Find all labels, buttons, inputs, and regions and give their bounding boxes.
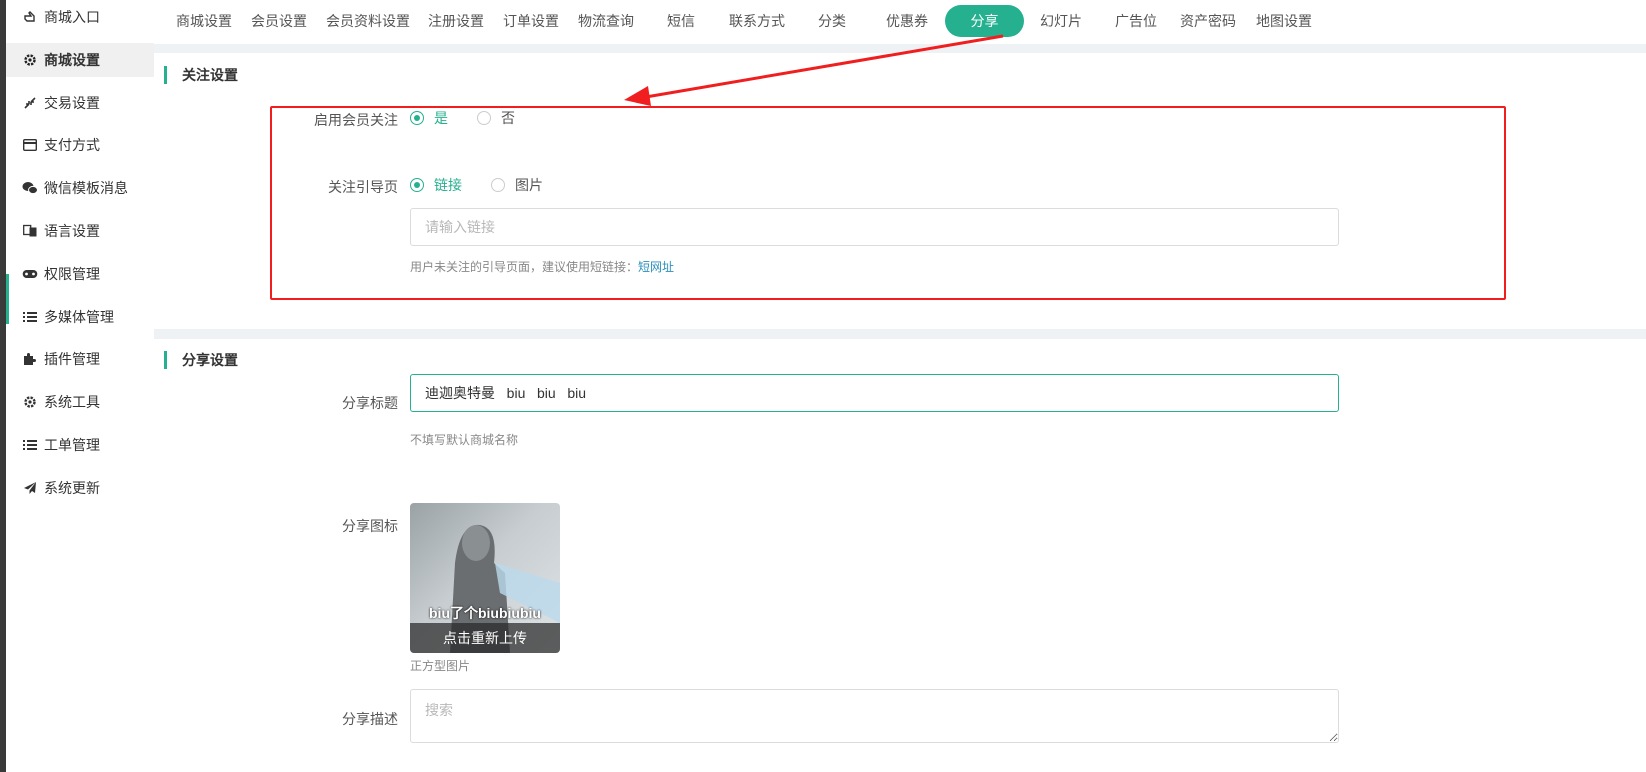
sidebar-item-label: 语言设置	[44, 223, 100, 239]
share-icon-uploader[interactable]: biu了个biubiubiu 点击重新上传	[410, 503, 560, 653]
sidebar-item-label: 支付方式	[44, 137, 100, 153]
sidebar-item-label: 系统更新	[44, 480, 100, 496]
gear-icon	[22, 394, 38, 410]
sidebar-item-mall-settings[interactable]: 商城设置	[6, 43, 154, 77]
sidebar-item-label: 系统工具	[44, 394, 100, 410]
tab-logistics[interactable]: 物流查询	[578, 5, 634, 37]
sidebar-item-payment[interactable]: 支付方式	[6, 128, 154, 162]
settings-tabs: 商城设置 会员设置 会员资料设置 注册设置 订单设置 物流查询 短信 联系方式 …	[154, 0, 1646, 44]
tab-asset-password[interactable]: 资产密码	[1180, 5, 1236, 37]
hand-point-icon	[22, 9, 38, 25]
share-desc-label: 分享描述	[342, 711, 398, 727]
tab-share[interactable]: 分享	[945, 5, 1024, 37]
tab-category[interactable]: 分类	[817, 5, 847, 37]
tab-sms[interactable]: 短信	[666, 5, 696, 37]
tab-map-settings[interactable]: 地图设置	[1256, 5, 1312, 37]
section-title: 关注设置	[164, 66, 364, 84]
share-title-label: 分享标题	[342, 395, 398, 411]
section-title: 分享设置	[164, 351, 364, 369]
sidebar-item-system-update[interactable]: 系统更新	[6, 471, 154, 505]
list-icon	[22, 437, 38, 453]
sidebar-item-tickets[interactable]: 工单管理	[6, 428, 154, 462]
tab-contact[interactable]: 联系方式	[729, 5, 785, 37]
sidebar-item-wechat-template[interactable]: 微信模板消息	[6, 171, 154, 205]
sidebar-item-language[interactable]: 语言设置	[6, 214, 154, 248]
sidebar-item-label: 微信模板消息	[44, 180, 128, 196]
reupload-button[interactable]: 点击重新上传	[410, 623, 560, 653]
sidebar-item-label: 工单管理	[44, 437, 100, 453]
list-icon	[22, 309, 38, 325]
sidebar-item-media[interactable]: 多媒体管理	[6, 300, 154, 334]
sidebar-item-label: 插件管理	[44, 351, 100, 367]
annotation-highlight-box	[270, 106, 1506, 300]
credit-card-icon	[22, 137, 38, 153]
tab-order-settings[interactable]: 订单设置	[503, 5, 559, 37]
tab-member-settings[interactable]: 会员设置	[251, 5, 307, 37]
tab-register-settings[interactable]: 注册设置	[428, 5, 484, 37]
sidebar-item-system-tools[interactable]: 系统工具	[6, 385, 154, 419]
share-icon-label: 分享图标	[342, 518, 398, 534]
gear-icon	[22, 52, 38, 68]
sidebar-item-label: 多媒体管理	[44, 309, 114, 325]
translate-icon	[22, 223, 38, 239]
wechat-icon	[22, 180, 38, 196]
sidebar-item-label: 商城设置	[44, 52, 100, 68]
sidebar-item-label: 权限管理	[44, 266, 100, 282]
share-title-input[interactable]	[410, 374, 1339, 412]
sidebar-item-mall-entry[interactable]: 商城入口	[6, 0, 154, 34]
share-title-hint: 不填写默认商城名称	[410, 433, 519, 447]
sidebar-item-label: 商城入口	[44, 9, 100, 25]
sidebar-item-permissions[interactable]: 权限管理	[6, 257, 154, 291]
share-settings-panel: 分享设置 分享标题 不填写默认商城名称 分享图标 biu了个biubiubiu …	[154, 339, 1646, 772]
tab-mall-settings[interactable]: 商城设置	[176, 5, 232, 37]
puzzle-icon	[22, 351, 38, 367]
paper-plane-icon	[22, 480, 38, 496]
share-desc-textarea[interactable]	[410, 689, 1339, 743]
sidebar-item-label: 交易设置	[44, 95, 100, 111]
tab-slideshow[interactable]: 幻灯片	[1039, 5, 1083, 37]
share-icon-hint: 正方型图片	[410, 659, 471, 673]
gamepad-icon	[22, 266, 38, 282]
share-icon-meme-text: biu了个biubiubiu	[429, 605, 541, 621]
tab-member-profile[interactable]: 会员资料设置	[326, 5, 410, 37]
sidebar-item-plugins[interactable]: 插件管理	[6, 342, 154, 376]
compress-arrows-icon	[22, 95, 38, 111]
tab-coupon[interactable]: 优惠券	[885, 5, 929, 37]
sidebar-item-trade-settings[interactable]: 交易设置	[6, 86, 154, 120]
tab-ad-slot[interactable]: 广告位	[1114, 5, 1158, 37]
sidebar: 商城入口 商城设置 交易设置 支付方式 微信模板消息 语言设置 权限管理 多媒体…	[6, 0, 154, 772]
